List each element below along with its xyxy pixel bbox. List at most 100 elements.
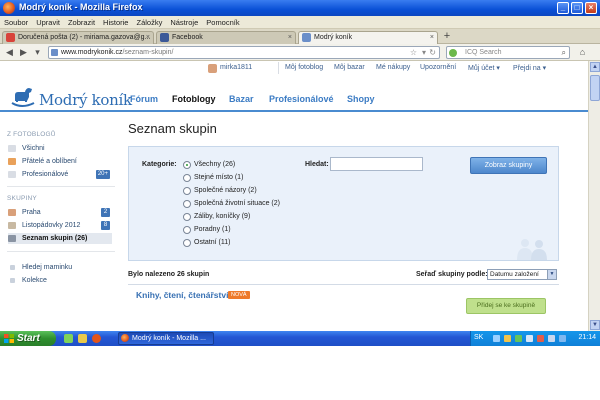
menu-soubor[interactable]: Soubor bbox=[0, 16, 32, 29]
sidebar-item-label: Listopádovky 2012 bbox=[22, 222, 81, 229]
sidebar-item-label: Kolekce bbox=[22, 277, 47, 284]
tab-modry-konik[interactable]: Modrý koník × bbox=[298, 31, 438, 44]
radio-icon[interactable] bbox=[183, 239, 191, 247]
close-button[interactable]: × bbox=[585, 2, 597, 14]
minimize-button[interactable]: _ bbox=[557, 2, 569, 14]
forward-arrow-icon[interactable]: ▶ bbox=[18, 47, 29, 58]
group-name-link[interactable]: Knihy, čtení, čtenářství bbox=[136, 290, 228, 300]
firefox-icon bbox=[121, 334, 129, 342]
tray-icon[interactable] bbox=[537, 335, 544, 342]
main-content: Seznam skupin Kategorie: Všechny (26) St… bbox=[128, 111, 560, 331]
sort-select[interactable]: Datumu založení ▼ bbox=[487, 269, 557, 280]
menu-nastroje[interactable]: Nástroje bbox=[166, 16, 202, 29]
my-bazar-link[interactable]: Môj bazar bbox=[334, 64, 365, 71]
reload-icon[interactable]: ↻ bbox=[429, 47, 436, 58]
count-badge: 20+ bbox=[95, 170, 110, 179]
tab-close-icon[interactable]: × bbox=[430, 32, 434, 43]
history-dropdown-icon[interactable]: ▾ bbox=[32, 47, 43, 58]
nav-forum[interactable]: Fórum bbox=[130, 94, 158, 104]
scroll-up-icon[interactable]: ▲ bbox=[590, 62, 600, 72]
menu-historie[interactable]: Historie bbox=[99, 16, 132, 29]
radio-checked-icon[interactable] bbox=[183, 161, 191, 169]
firefox-quicklaunch-icon[interactable] bbox=[92, 334, 101, 343]
filter-panel: Kategorie: Všechny (26) Stejné místo (1)… bbox=[128, 146, 559, 261]
divider bbox=[128, 284, 559, 285]
radio-icon[interactable] bbox=[183, 187, 191, 195]
tray-icon[interactable] bbox=[526, 335, 533, 342]
new-tab-button[interactable]: + bbox=[441, 31, 453, 43]
sidebar-item-hledej-maminku[interactable]: Hledej maminku bbox=[8, 262, 112, 273]
tray-icon[interactable] bbox=[515, 335, 522, 342]
sidebar-item-vsichni[interactable]: Všichni bbox=[8, 143, 112, 154]
nav-shopy[interactable]: Shopy bbox=[347, 94, 375, 104]
search-icon[interactable]: ⌕ bbox=[562, 47, 566, 58]
tab-bar: Doručená pošta (2) - miriama.gazova@g...… bbox=[0, 29, 600, 44]
menu-upravit[interactable]: Upravit bbox=[32, 16, 64, 29]
notifications-link[interactable]: Upozornění bbox=[420, 64, 456, 71]
radio-icon[interactable] bbox=[183, 213, 191, 221]
join-group-button[interactable]: Přidej se ke skupině bbox=[466, 298, 546, 314]
sidebar-item-seznam-skupin[interactable]: Seznam skupin (26) bbox=[8, 233, 112, 244]
volume-icon[interactable] bbox=[548, 335, 555, 342]
search-input[interactable]: ICQ Search ⌕ bbox=[446, 46, 570, 59]
page-title: Seznam skupin bbox=[128, 121, 217, 136]
radio-label: Poradny (1) bbox=[194, 226, 231, 233]
sidebar-section-title: Z FOTOBLOGŮ bbox=[7, 131, 56, 138]
my-account-menu[interactable]: Můj účet ▾ bbox=[468, 64, 500, 72]
tab-facebook[interactable]: Facebook × bbox=[156, 31, 296, 44]
nav-bazar[interactable]: Bazar bbox=[229, 94, 254, 104]
show-groups-button[interactable]: Zobraz skupiny bbox=[470, 157, 547, 174]
category-label: Kategorie: bbox=[142, 161, 177, 168]
bookmark-star-icon[interactable]: ☆ bbox=[410, 47, 417, 58]
scroll-thumb[interactable] bbox=[590, 75, 600, 101]
avatar[interactable] bbox=[208, 64, 217, 73]
sidebar-item-listopadovky[interactable]: Listopádovky 2012 8 bbox=[8, 220, 112, 231]
language-indicator[interactable]: SK bbox=[474, 334, 483, 341]
start-button[interactable]: Start bbox=[0, 331, 56, 346]
radio-icon[interactable] bbox=[183, 226, 191, 234]
bullet-icon bbox=[10, 265, 15, 270]
sidebar-divider bbox=[7, 251, 115, 252]
back-arrow-icon[interactable]: ◀ bbox=[4, 47, 15, 58]
url-dropdown-icon[interactable]: ▾ bbox=[422, 47, 426, 58]
sidebar-item-label: Praha bbox=[22, 209, 41, 216]
my-purchases-link[interactable]: Mé nákupy bbox=[376, 64, 410, 71]
tab-gmail[interactable]: Doručená pošta (2) - miriama.gazova@g...… bbox=[2, 31, 154, 44]
sidebar-item-profesionalove[interactable]: Profesionálové 20+ bbox=[8, 169, 112, 180]
menu-pomocnik[interactable]: Pomocník bbox=[202, 16, 243, 29]
search-label: Hledat: bbox=[305, 161, 329, 168]
windows-logo-icon bbox=[4, 334, 14, 343]
tray-icon[interactable] bbox=[493, 335, 500, 342]
radio-icon[interactable] bbox=[183, 200, 191, 208]
sidebar-item-praha[interactable]: Praha 2 bbox=[8, 207, 112, 218]
tray-icon[interactable] bbox=[504, 335, 511, 342]
sidebar-item-pratele[interactable]: Přátelé a oblíbení bbox=[8, 156, 112, 167]
maximize-button[interactable]: □ bbox=[571, 2, 583, 14]
sidebar: Z FOTOBLOGŮ Všichni Přátelé a oblíbení P… bbox=[0, 111, 118, 331]
tab-close-icon[interactable]: × bbox=[146, 32, 150, 43]
home-icon[interactable]: ⌂ bbox=[577, 47, 588, 58]
network-icon[interactable] bbox=[559, 335, 566, 342]
go-to-menu[interactable]: Přejdi na ▾ bbox=[513, 64, 546, 72]
page-scrollbar[interactable]: ▲ ▼ bbox=[588, 61, 600, 331]
url-bar[interactable]: www.modrykonik.cz/seznam-skupin/ ☆ ▾ ↻ bbox=[48, 46, 440, 59]
username-link[interactable]: mirka1811 bbox=[220, 64, 252, 71]
my-fotoblog-link[interactable]: Môj fotoblog bbox=[285, 64, 323, 71]
window-title: Modrý koník - Mozilla Firefox bbox=[19, 2, 143, 12]
taskbar-item-firefox[interactable]: Modrý koník - Mozilla ... bbox=[118, 332, 214, 345]
nav-profesionalove[interactable]: Profesionálové bbox=[269, 94, 334, 104]
menu-zobrazit[interactable]: Zobrazit bbox=[64, 16, 99, 29]
radio-icon[interactable] bbox=[183, 174, 191, 182]
group-search-input[interactable] bbox=[330, 157, 423, 171]
nav-fotoblogy[interactable]: Fotoblogy bbox=[172, 94, 216, 104]
quicklaunch-icon[interactable] bbox=[78, 334, 87, 343]
user-bar: mirka1811 Môj fotoblog Môj bazar Mé náku… bbox=[0, 61, 588, 77]
sidebar-item-label: Hledej maminku bbox=[22, 264, 73, 271]
desktop-screen: Modrý koník - Mozilla Firefox _ □ × Soub… bbox=[0, 0, 600, 346]
quicklaunch-icon[interactable] bbox=[64, 334, 73, 343]
menu-zalozky[interactable]: Záložky bbox=[132, 16, 166, 29]
count-badge: 8 bbox=[101, 221, 110, 230]
tab-close-icon[interactable]: × bbox=[288, 32, 292, 43]
sidebar-item-kolekce[interactable]: Kolekce bbox=[8, 275, 112, 286]
scroll-down-icon[interactable]: ▼ bbox=[590, 320, 600, 330]
